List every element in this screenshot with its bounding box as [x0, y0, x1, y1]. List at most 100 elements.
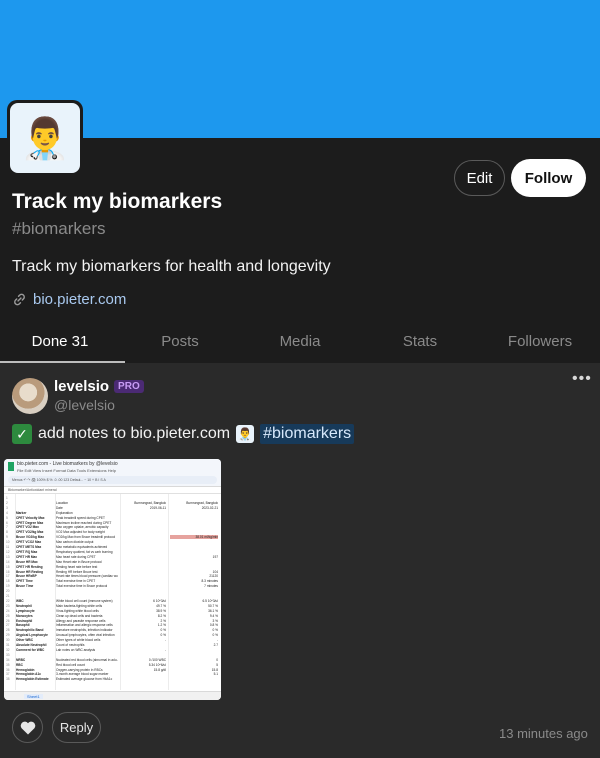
- post-text: ✓ add notes to bio.pieter.com 👨‍⚕️ #biom…: [12, 424, 355, 444]
- sheet-cell: Max Heart rate in Bruce protocol: [56, 559, 102, 564]
- sheet-cell: 15.8: [211, 667, 218, 672]
- sheet-cell: Lab notes on WBC analysis: [56, 647, 96, 652]
- sheet-cell: 34: [6, 657, 10, 662]
- sheet-cell: 104: [212, 569, 218, 574]
- sheet-cell: 0 /100 WBC: [148, 657, 166, 662]
- sheet-cell: 33: [6, 652, 10, 657]
- reply-button[interactable]: Reply: [52, 712, 101, 743]
- more-options-icon[interactable]: •••: [572, 370, 592, 388]
- follow-button[interactable]: Follow: [511, 159, 586, 197]
- sheet-cell: Red blood cell count: [56, 662, 85, 667]
- sheet-row: 14 Bruce HR Max Max Heart rate in Bruce pr…: [4, 560, 221, 564]
- sheet-row: 19 Bruce Time Total exercise time in Bruce…: [4, 584, 221, 588]
- sheet-row: 26 Eosinophil Allergy and parasite respons…: [4, 619, 221, 623]
- sheet-cell: CPET HR Max: [16, 554, 38, 559]
- sheet-cell: CPET VO2/kg Max: [16, 530, 44, 535]
- sheet-cell: Unusual lymphocytes, often viral infecti…: [56, 633, 115, 638]
- sheet-row: 8 CPET VO2/kg Max VO2 Max adjusted for bod…: [4, 530, 221, 534]
- sheet-cell: Max heart rate during CPET: [56, 554, 96, 559]
- sheet-row: 10 CPET VCO2 Max Max carbon dioxide output: [4, 540, 221, 544]
- sheet-cell: 3: [6, 505, 8, 510]
- post-author-avatar[interactable]: [12, 378, 48, 414]
- sheet-cell: 21120: [209, 574, 218, 579]
- sheet-cell: CPET VO2 Max: [16, 525, 39, 530]
- sheet-cell: Maximum incline reached during CPET: [56, 520, 112, 525]
- sheet-cell: 14: [6, 559, 10, 564]
- sheet-row: 29 Atypical Lymphocyte Unusual lymphocytes…: [4, 633, 221, 637]
- sheet-cell: 0 %: [212, 633, 219, 638]
- sheet-cell: 19: [6, 584, 10, 589]
- sheet-cell: Bruce Time: [16, 584, 34, 589]
- tab-posts[interactable]: Posts: [120, 320, 240, 362]
- sheet-cell: 28: [6, 628, 10, 633]
- sheet-cell: -: [216, 638, 218, 643]
- sheet-cell: Immature neutrophils, infection indicato…: [56, 628, 113, 633]
- sheet-menu: File Edit View Insert Format Data Tools …: [17, 468, 117, 473]
- profile-bio: Track my biomarkers for health and longe…: [12, 258, 331, 275]
- sheet-row: 27 Basophil Inflammation and allergic resp…: [4, 623, 221, 627]
- sheet-cell: 50.7 %: [208, 603, 218, 608]
- sheet-cell: Allergy and parasite response cells: [56, 618, 106, 623]
- sheet-cell: 2.7: [213, 643, 218, 647]
- sheet-cell: 2023-02-21: [201, 505, 218, 510]
- sheet-row: 2 Location Bumrungrad, Bangkok Bumrungrad, …: [4, 501, 221, 505]
- profile-handle: #biomarkers: [12, 219, 106, 238]
- edit-button[interactable]: Edit: [454, 160, 505, 196]
- profile-link-text[interactable]: bio.pieter.com: [33, 291, 126, 308]
- sheet-cell: 8.2 %: [157, 613, 166, 618]
- sheet-cell: White blood cell count (immune system): [56, 598, 113, 603]
- sheet-cell: Total exercise time in CPET: [56, 579, 96, 584]
- sheet-cell: Virus-fighting white blood cells: [56, 608, 99, 613]
- sheet-cell: Absolute Neutrophil: [16, 643, 47, 647]
- sheet-cell: 12: [6, 549, 10, 554]
- sheet-cell: 24: [6, 608, 10, 613]
- post-author-name[interactable]: levelsio: [54, 378, 109, 395]
- sheet-cell: 27: [6, 623, 10, 628]
- link-icon: [14, 293, 25, 306]
- sheet-cell: 1.2 %: [157, 623, 166, 628]
- sheet-cell: Lymphocyte: [16, 608, 35, 613]
- sheet-cell: 37: [6, 672, 10, 677]
- sheet-row: 24 Lymphocyte Virus-fighting white blood c…: [4, 609, 221, 613]
- sheet-row: 21: [4, 594, 221, 598]
- sheet-cell: 0.8 %: [209, 623, 218, 628]
- sheet-toolbar: Menus ↶ ↷ 🖨 100% $ % .0 .00 123 Defaul..…: [8, 476, 217, 484]
- profile-link[interactable]: bio.pieter.com: [12, 291, 126, 308]
- sheet-row: 28 Neutrophilic Band Immature neutrophils,…: [4, 628, 221, 632]
- sheet-cell: Estimated average glucose from HbA1c: [56, 677, 113, 682]
- sheet-cell: Bruce HRxBP: [16, 574, 37, 579]
- tab-followers[interactable]: Followers: [480, 320, 600, 362]
- sheet-grid: 1 2 Location Bumrungrad, Bangkok Bumrungrad,…: [4, 494, 221, 690]
- profile-avatar[interactable]: 👨‍⚕️: [7, 100, 83, 176]
- sheet-cell: 10: [6, 540, 10, 545]
- doctor-emoji-icon: 👨‍⚕️: [10, 103, 80, 173]
- sheet-footer: Sheet1: [4, 691, 221, 700]
- sheet-row: 18 CPET Time Total exercise time in CPET 8.…: [4, 579, 221, 583]
- post-author[interactable]: levelsio PRO: [54, 378, 144, 395]
- sheet-cell: 38.9 %: [156, 608, 166, 613]
- like-button[interactable]: [12, 712, 43, 743]
- sheet-cell: 38.01 ml/kg/min: [170, 535, 218, 540]
- sheet-row: 3 Date 2019-06-11 2023-02-21: [4, 506, 221, 510]
- sheet-cell: Bruce HR Resting: [16, 569, 44, 574]
- hashtag-link[interactable]: #biomarkers: [260, 424, 355, 444]
- sheet-row: 38 Hemoglobin Estimate Estimated average g…: [4, 677, 221, 681]
- sheet-cell: Location: [56, 500, 69, 505]
- sheet-cell: 32: [6, 647, 10, 652]
- sheet-cell: 3 %: [212, 618, 219, 623]
- sheet-row: 22 WBC White blood cell count (immune syst…: [4, 599, 221, 603]
- sheet-row: 23 Neutrophil Main bacteria-fighting white…: [4, 604, 221, 608]
- tab-done[interactable]: Done 31: [0, 320, 125, 363]
- sheet-cell: Inflammation and allergic response cells: [56, 623, 113, 628]
- sheet-cell: Neutrophilic Band: [16, 628, 44, 633]
- sheet-cell: WBC: [16, 598, 24, 603]
- sheet-row: 17 Bruce HRxBP Heart rate times blood pres…: [4, 574, 221, 578]
- sheet-cell: Main bacteria-fighting white cells: [56, 603, 103, 608]
- sheet-row: 7 CPET VO2 Max Max oxygen uptake, aerobic …: [4, 525, 221, 529]
- sheet-cell: 4: [6, 510, 8, 515]
- tab-stats[interactable]: Stats: [360, 320, 480, 362]
- post-image-spreadsheet[interactable]: bio.pieter.com - Live biomarkers by @lev…: [4, 459, 221, 700]
- sheet-cell: Monocytes: [16, 613, 33, 618]
- tab-media[interactable]: Media: [240, 320, 360, 362]
- sheet-cell: VO2 Max adjusted for body weight: [56, 530, 105, 535]
